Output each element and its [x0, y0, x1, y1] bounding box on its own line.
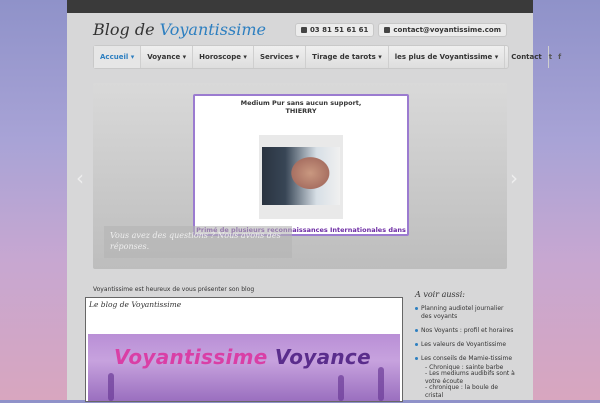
bullet-icon — [415, 357, 418, 360]
site-title-plain: Blog de — [93, 20, 160, 39]
email-pill[interactable]: contact@voyantissime.com — [378, 23, 507, 37]
sidebar-sublink[interactable]: - chronique : la boule de cristal — [415, 384, 515, 400]
portrait-image — [262, 147, 340, 205]
nav-item-tirage[interactable]: Tirage de tarots ▾ — [306, 46, 389, 68]
lavender-decor — [378, 367, 384, 401]
banner-title: Voyantissime Voyance — [114, 345, 371, 369]
sidebar-link[interactable]: Planning audiotel journalier des voyants — [415, 305, 515, 321]
nav-item-services[interactable]: Services ▾ — [254, 46, 307, 68]
nav-item-accueil[interactable]: Accueil ▾ — [94, 46, 142, 68]
top-bar — [67, 0, 533, 13]
email-address: contact@voyantissime.com — [393, 26, 501, 34]
nav-item-plus[interactable]: les plus de Voyantissime ▾ — [389, 46, 506, 68]
contact-bar: 03 81 51 61 61 contact@voyantissime.com — [294, 23, 507, 37]
lavender-decor — [338, 375, 344, 401]
popup-line1: Medium Pur sans aucun support, — [240, 99, 362, 107]
nav-item-horoscope[interactable]: Horoscope ▾ — [193, 46, 254, 68]
social-links: t f — [549, 53, 569, 61]
bullet-icon — [415, 329, 418, 332]
phone-icon — [300, 27, 307, 33]
popup-line2: THIERRY — [285, 107, 317, 115]
sidebar-link[interactable]: Les valeurs de Voyantissime — [415, 341, 515, 349]
main-nav: Accueil ▾ Voyance ▾ Horoscope ▾ Services… — [93, 45, 561, 69]
promo-popup: Medium Pur sans aucun support, THIERRY P… — [193, 94, 409, 236]
phone-number: 03 81 51 61 61 — [309, 26, 369, 34]
sidebar-link[interactable]: Les conseils de Mamie-tissime — [415, 355, 515, 363]
site-title-accent: Voyantissime — [159, 20, 266, 39]
blog-banner: Voyantissime Voyance — [88, 334, 400, 401]
nav-item-voyance[interactable]: Voyance ▾ — [141, 46, 194, 68]
blog-box[interactable]: Le blog de Voyantissime Voyantissime Voy… — [85, 297, 403, 402]
phone-pill[interactable]: 03 81 51 61 61 — [294, 23, 375, 37]
twitter-icon[interactable]: t — [549, 53, 552, 61]
bullet-icon — [415, 307, 418, 310]
facebook-icon[interactable]: f — [558, 53, 561, 61]
sidebar-title: A voir aussi: — [415, 290, 465, 299]
chevron-right-icon[interactable]: › — [510, 166, 518, 190]
medium-photo — [259, 135, 343, 219]
nav-item-contact[interactable]: Contact — [505, 46, 549, 68]
sidebar: A voir aussi: Planning audiotel journali… — [415, 290, 515, 403]
chevron-left-icon[interactable]: ‹ — [76, 166, 84, 190]
slider-caption: Vous avez des questions ? Nous avons des… — [104, 226, 292, 258]
site-title[interactable]: Blog de Voyantissime — [93, 20, 266, 39]
intro-text: Voyantissime est heureux de vous présent… — [93, 286, 255, 293]
mail-icon — [384, 27, 391, 33]
bullet-icon — [415, 343, 418, 346]
lavender-decor — [108, 373, 114, 401]
blog-label: Le blog de Voyantissime — [89, 300, 182, 309]
sidebar-link[interactable]: Nos Voyants : profil et horaires — [415, 327, 515, 335]
